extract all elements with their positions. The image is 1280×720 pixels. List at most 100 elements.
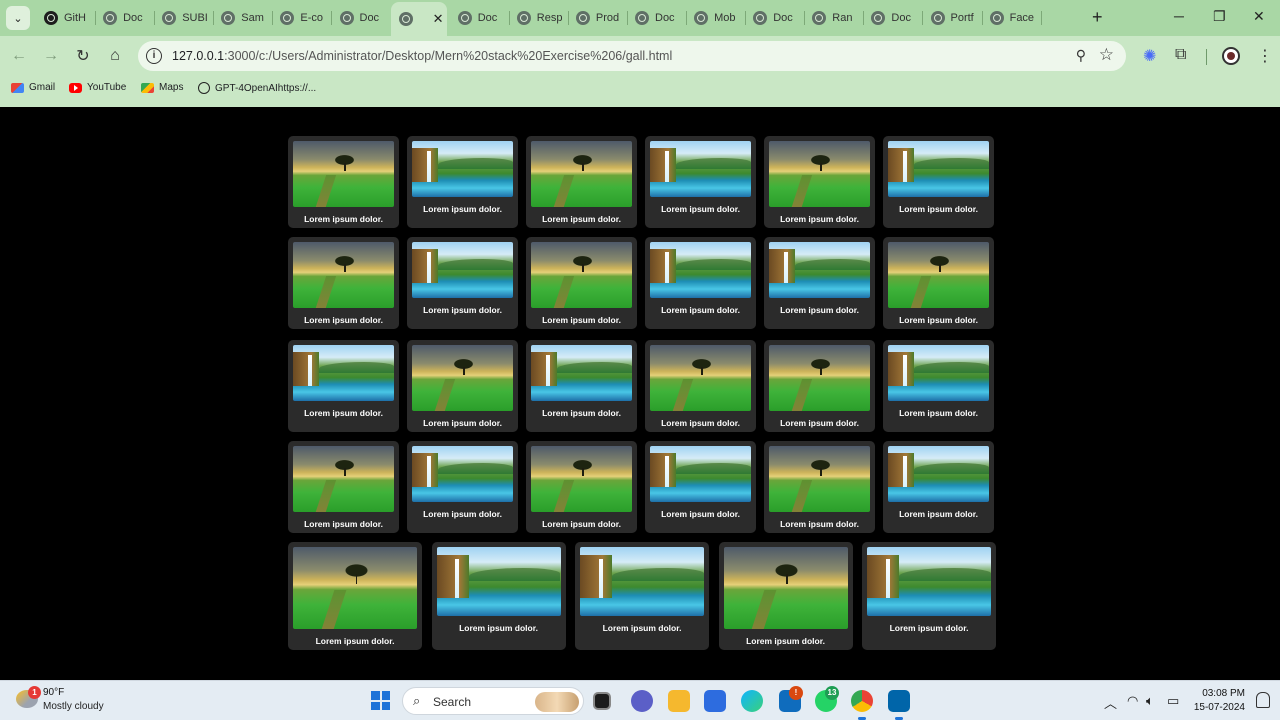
browser-tab[interactable]: Prod xyxy=(568,4,628,32)
restore-button[interactable]: ❐ xyxy=(1213,8,1226,25)
wifi-icon[interactable]: ◠ xyxy=(1127,693,1138,709)
profile-avatar[interactable] xyxy=(1222,47,1240,65)
browser-tab[interactable]: Doc xyxy=(332,4,392,32)
chrome-icon[interactable] xyxy=(851,690,873,712)
back-button[interactable]: ← xyxy=(8,45,30,67)
browser-tab[interactable]: Doc xyxy=(95,4,156,32)
taskbar-search[interactable]: ⌕ Search xyxy=(402,687,584,715)
zoom-icon[interactable]: ⚲ xyxy=(1076,47,1086,64)
gallery-card[interactable]: Lorem ipsum dolor. xyxy=(288,542,422,650)
notification-bell-icon[interactable] xyxy=(1256,692,1270,708)
tab-separator xyxy=(1040,11,1042,25)
task-view-icon[interactable] xyxy=(593,692,611,710)
gallery-card[interactable]: Lorem ipsum dolor. xyxy=(288,441,399,533)
gallery-card[interactable]: Lorem ipsum dolor. xyxy=(288,340,399,432)
browser-tab[interactable]: E-co xyxy=(272,4,333,32)
browser-tab[interactable]: Portf xyxy=(923,4,983,32)
store-icon[interactable] xyxy=(704,690,726,712)
search-highlight-image xyxy=(535,692,579,712)
card-caption: Lorem ipsum dolor. xyxy=(542,408,621,418)
start-button[interactable] xyxy=(371,691,390,710)
menu-kebab-icon[interactable]: ⋮ xyxy=(1257,46,1273,66)
gallery-card[interactable]: Lorem ipsum dolor. xyxy=(288,136,399,228)
gallery-card[interactable]: Lorem ipsum dolor. xyxy=(883,237,994,329)
gallery-card[interactable]: Lorem ipsum dolor. xyxy=(575,542,709,650)
url-text[interactable]: 127.0.0.1:3000/c:/Users/Administrator/De… xyxy=(172,49,672,63)
browser-tab[interactable]: Doc xyxy=(745,4,806,32)
browser-tab[interactable]: Mob xyxy=(686,4,747,32)
gallery-card[interactable]: Lorem ipsum dolor. xyxy=(526,237,637,329)
reload-button[interactable]: ↻ xyxy=(72,45,94,67)
gallery-card[interactable]: Lorem ipsum dolor. xyxy=(407,136,518,228)
gallery-card[interactable]: Lorem ipsum dolor. xyxy=(526,340,637,432)
card-caption: Lorem ipsum dolor. xyxy=(780,418,859,428)
vscode-icon[interactable] xyxy=(888,690,910,712)
gallery-card[interactable]: Lorem ipsum dolor. xyxy=(526,441,637,533)
gallery-card[interactable]: Lorem ipsum dolor. xyxy=(883,340,994,432)
teams-chat-icon[interactable] xyxy=(631,690,653,712)
gallery-card[interactable]: Lorem ipsum dolor. xyxy=(407,340,518,432)
browser-tab[interactable]: Face xyxy=(982,4,1042,32)
tab-strip: ⌄ GitH Doc SUBI Sam E-co Doc ✕ Doc Resp Prod Doc Mo… xyxy=(0,0,1280,36)
gallery-card[interactable]: Lorem ipsum dolor. xyxy=(407,237,518,329)
tree-field-image xyxy=(888,242,989,308)
bookmark-item[interactable]: YouTube xyxy=(69,82,126,93)
gallery-card[interactable]: Lorem ipsum dolor. xyxy=(883,136,994,228)
card-caption: Lorem ipsum dolor. xyxy=(889,623,969,633)
browser-tab[interactable]: Doc xyxy=(450,4,510,32)
battery-icon[interactable]: ▭ xyxy=(1167,693,1179,709)
close-tab-icon[interactable]: ✕ xyxy=(433,11,444,27)
bookmark-item[interactable]: GPT-4OpenAIhttps://... xyxy=(198,82,316,94)
home-button[interactable]: ⌂ xyxy=(104,45,126,67)
browser-tab[interactable]: Ran xyxy=(804,4,865,32)
close-window-button[interactable]: ✕ xyxy=(1253,8,1265,25)
gallery-card[interactable]: Lorem ipsum dolor. xyxy=(764,136,875,228)
address-bar[interactable]: i 127.0.0.1:3000/c:/Users/Administrator/… xyxy=(138,41,1126,71)
bookmark-item[interactable]: Gmail xyxy=(11,82,55,93)
gallery-card[interactable]: Lorem ipsum dolor. xyxy=(764,237,875,329)
gallery-card[interactable]: Lorem ipsum dolor. xyxy=(526,136,637,228)
browser-tab[interactable]: ✕ xyxy=(390,2,447,36)
gallery-card[interactable]: Lorem ipsum dolor. xyxy=(764,340,875,432)
clock-date[interactable]: 15-07-2024 xyxy=(1191,702,1245,713)
url-host: 127.0.0.1 xyxy=(172,49,225,63)
file-explorer-icon[interactable] xyxy=(668,690,690,712)
gallery-card[interactable]: Lorem ipsum dolor. xyxy=(862,542,996,650)
tree-field-image xyxy=(293,242,394,308)
tree-field-image xyxy=(531,141,632,207)
browser-tab[interactable]: Doc xyxy=(863,4,924,32)
gallery-card[interactable]: Lorem ipsum dolor. xyxy=(288,237,399,329)
gallery-card[interactable]: Lorem ipsum dolor. xyxy=(645,340,756,432)
tray-overflow-chevron-icon[interactable]: ︿ xyxy=(1104,693,1117,712)
minimize-button[interactable]: ─ xyxy=(1174,8,1184,24)
gallery-card[interactable]: Lorem ipsum dolor. xyxy=(645,136,756,228)
tab-search-button[interactable]: ⌄ xyxy=(6,6,30,30)
gallery-card[interactable]: Lorem ipsum dolor. xyxy=(718,542,853,650)
gallery-card[interactable]: Lorem ipsum dolor. xyxy=(764,441,875,533)
chevron-down-icon: ⌄ xyxy=(13,12,23,25)
browser-tab[interactable]: SUBI xyxy=(154,4,215,32)
extension-icon[interactable]: ✺ xyxy=(1143,46,1156,66)
forward-button[interactable]: → xyxy=(40,45,62,67)
site-info-icon[interactable]: i xyxy=(146,48,162,64)
browser-tab[interactable]: Resp xyxy=(509,4,569,32)
gallery-card[interactable]: Lorem ipsum dolor. xyxy=(883,441,994,533)
gallery-card[interactable]: Lorem ipsum dolor. xyxy=(407,441,518,533)
bookmark-item[interactable]: Maps xyxy=(141,82,183,93)
waterfall-image xyxy=(436,547,561,616)
waterfall-image xyxy=(650,242,751,298)
new-tab-button[interactable]: + xyxy=(1092,8,1103,26)
browser-tab[interactable]: Sam xyxy=(213,4,274,32)
bookmark-star-icon[interactable]: ☆ xyxy=(1099,45,1114,65)
gallery-card[interactable]: Lorem ipsum dolor. xyxy=(645,441,756,533)
volume-icon[interactable]: 🔈︎ xyxy=(1146,693,1154,709)
tree-field-image xyxy=(769,345,870,411)
browser-tab[interactable]: Doc xyxy=(627,4,687,32)
gallery-card[interactable]: Lorem ipsum dolor. xyxy=(431,542,566,650)
browser-tab[interactable]: GitH xyxy=(36,4,96,32)
gallery-card[interactable]: Lorem ipsum dolor. xyxy=(645,237,756,329)
extensions-puzzle-icon[interactable]: ⧉ xyxy=(1175,46,1186,64)
edge-icon[interactable] xyxy=(741,690,763,712)
clock-time[interactable]: 03:08 PM xyxy=(1201,688,1245,699)
card-caption: Lorem ipsum dolor. xyxy=(602,623,682,633)
